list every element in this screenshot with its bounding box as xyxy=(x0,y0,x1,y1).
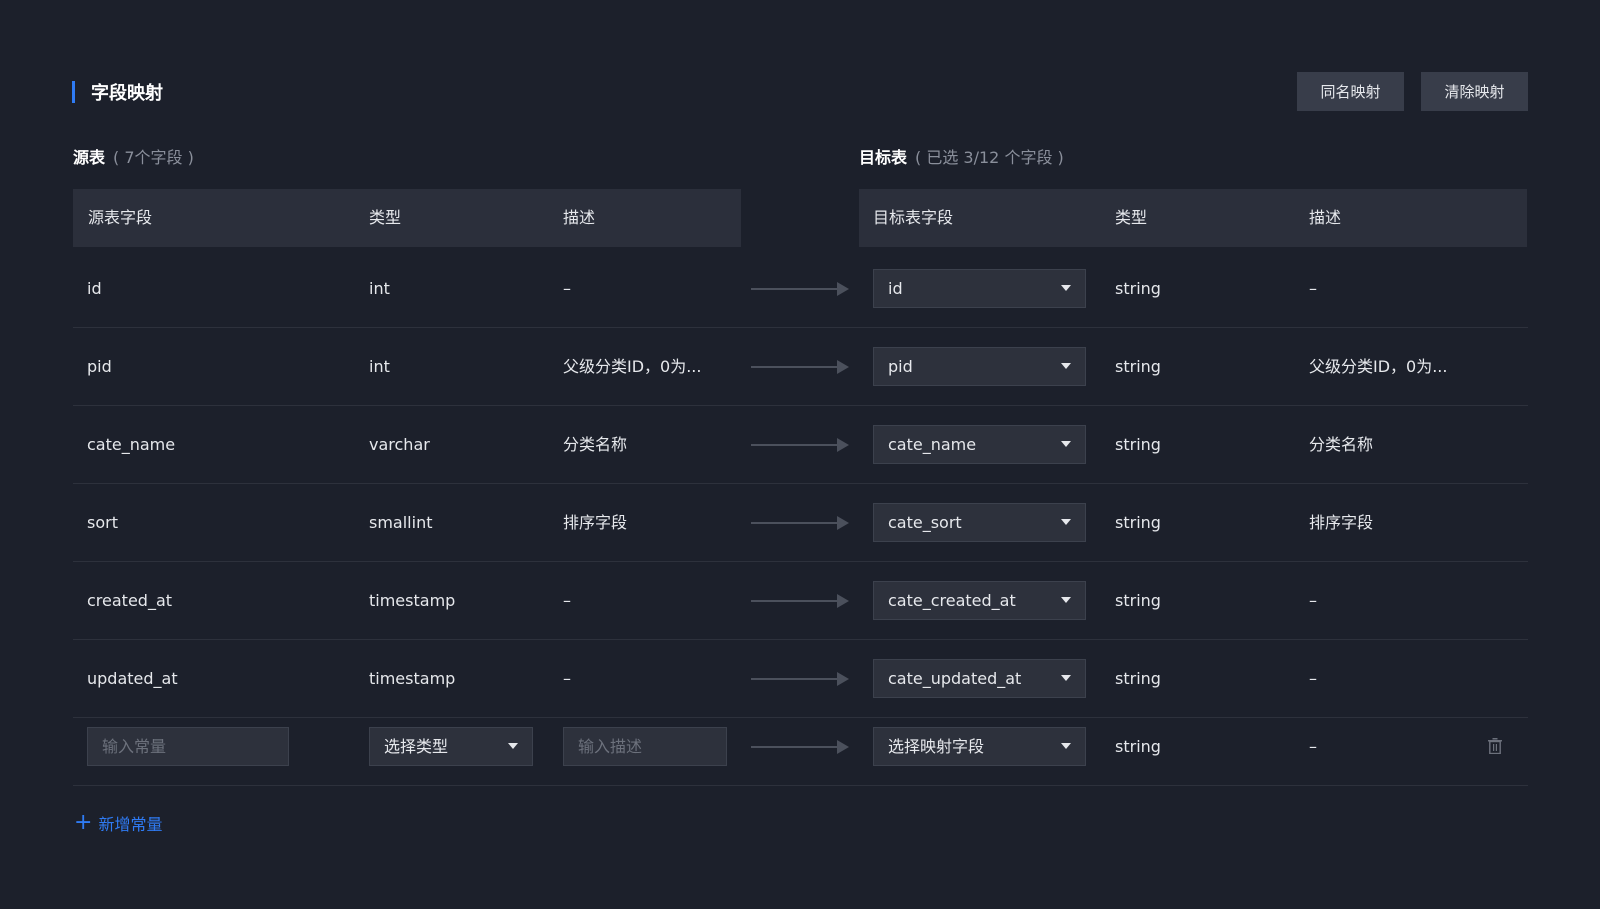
source-description: 分类名称 xyxy=(563,435,628,454)
column-header-target-field: 目标表字段 xyxy=(873,208,954,227)
caret-down-icon xyxy=(508,743,518,749)
target-description: 父级分类ID，0为... xyxy=(1309,357,1448,376)
source-field: id xyxy=(87,279,102,298)
caret-down-icon xyxy=(1061,597,1071,603)
mapped-field-select[interactable]: cate_name xyxy=(873,425,1086,464)
target-type: string xyxy=(1115,279,1161,298)
table-row: id int – id string – xyxy=(73,250,1528,328)
type-select[interactable]: 选择类型 xyxy=(369,727,533,766)
title-accent-bar xyxy=(72,81,75,103)
section-header: 字段映射 xyxy=(72,80,163,104)
column-header-source-field: 源表字段 xyxy=(88,208,153,227)
mapped-field-value: 选择映射字段 xyxy=(888,737,985,756)
arrow-right-icon xyxy=(751,360,849,374)
target-description: – xyxy=(1309,737,1317,756)
caret-down-icon xyxy=(1061,363,1071,369)
source-description: – xyxy=(563,669,571,688)
source-type: timestamp xyxy=(369,591,456,610)
caret-down-icon xyxy=(1061,743,1071,749)
field-mapping-page: 字段映射 同名映射 清除映射 源表 ( 7个字段 ) 目标表 ( 已选 3/12… xyxy=(0,0,1600,909)
target-field-count: ( 已选 3/12 个字段 ) xyxy=(915,148,1064,167)
arrow-right-icon xyxy=(751,672,849,686)
target-table-label: 目标表 xyxy=(859,148,908,167)
source-description: 排序字段 xyxy=(563,513,628,532)
mapped-field-value: cate_created_at xyxy=(888,591,1016,610)
caret-down-icon xyxy=(1061,285,1071,291)
mapped-field-value: cate_sort xyxy=(888,513,962,532)
column-header-target-type: 类型 xyxy=(1115,208,1148,227)
arrow-right-icon xyxy=(751,516,849,530)
target-description: 分类名称 xyxy=(1309,435,1374,454)
source-field: cate_name xyxy=(87,435,176,454)
add-constant-label: 新增常量 xyxy=(98,815,163,834)
column-header-source-type: 类型 xyxy=(369,208,402,227)
mapped-field-value: id xyxy=(888,279,903,298)
mapped-field-value: pid xyxy=(888,357,913,376)
arrow-right-icon xyxy=(751,438,849,452)
target-type: string xyxy=(1115,513,1161,532)
target-table-caption: 目标表 ( 已选 3/12 个字段 ) xyxy=(859,144,1064,168)
column-header-source-desc: 描述 xyxy=(563,208,596,227)
source-field: created_at xyxy=(87,591,173,610)
mapped-field-select[interactable]: cate_created_at xyxy=(873,581,1086,620)
type-select-value: 选择类型 xyxy=(384,737,449,756)
source-field-count: ( 7个字段 ) xyxy=(113,148,194,167)
arrow-right-icon xyxy=(751,740,849,754)
table-row: cate_name varchar 分类名称 cate_name string … xyxy=(73,406,1528,484)
target-description: – xyxy=(1309,279,1317,298)
source-type: timestamp xyxy=(369,669,456,688)
target-type: string xyxy=(1115,357,1161,376)
arrow-right-icon xyxy=(751,282,849,296)
source-table-caption: 源表 ( 7个字段 ) xyxy=(73,144,194,168)
source-type: int xyxy=(369,357,390,376)
caret-down-icon xyxy=(1061,675,1071,681)
mapped-field-select[interactable]: id xyxy=(873,269,1086,308)
table-row: created_at timestamp – cate_created_at s… xyxy=(73,562,1528,640)
table-row: sort smallint 排序字段 cate_sort string 排序字段 xyxy=(73,484,1528,562)
mapped-field-select[interactable]: pid xyxy=(873,347,1086,386)
constant-row: 选择类型 选择映射字段 string – xyxy=(73,708,1528,786)
target-type: string xyxy=(1115,435,1161,454)
source-field: updated_at xyxy=(87,669,178,688)
source-table-header: 源表字段 类型 描述 xyxy=(73,189,741,247)
target-description: 排序字段 xyxy=(1309,513,1374,532)
mapped-field-select[interactable]: cate_updated_at xyxy=(873,659,1086,698)
mapped-field-value: cate_updated_at xyxy=(888,669,1022,688)
constant-input[interactable] xyxy=(87,727,289,766)
page-title: 字段映射 xyxy=(91,83,163,104)
mapped-field-select[interactable]: 选择映射字段 xyxy=(873,727,1086,766)
table-row: updated_at timestamp – cate_updated_at s… xyxy=(73,640,1528,718)
source-description: – xyxy=(563,279,571,298)
target-type: string xyxy=(1115,591,1161,610)
source-table-label: 源表 xyxy=(73,148,106,167)
target-description: – xyxy=(1309,669,1317,688)
caret-down-icon xyxy=(1061,519,1071,525)
mapped-field-value: cate_name xyxy=(888,435,977,454)
trash-icon[interactable] xyxy=(1488,738,1502,754)
add-constant-button[interactable]: + 新增常量 xyxy=(74,810,163,835)
table-row: pid int 父级分类ID，0为... pid string 父级分类ID，0… xyxy=(73,328,1528,406)
source-type: smallint xyxy=(369,513,433,532)
clear-mapping-button[interactable]: 清除映射 xyxy=(1421,72,1528,111)
source-description: 父级分类ID，0为... xyxy=(563,357,702,376)
source-description: – xyxy=(563,591,571,610)
target-type: string xyxy=(1115,669,1161,688)
source-type: varchar xyxy=(369,435,430,454)
plus-icon: + xyxy=(74,810,93,835)
target-type: string xyxy=(1115,737,1161,756)
target-description: – xyxy=(1309,591,1317,610)
same-name-mapping-button[interactable]: 同名映射 xyxy=(1297,72,1404,111)
description-input[interactable] xyxy=(563,727,727,766)
column-header-target-desc: 描述 xyxy=(1309,208,1342,227)
caret-down-icon xyxy=(1061,441,1071,447)
target-table-header: 目标表字段 类型 描述 xyxy=(859,189,1527,247)
source-field: sort xyxy=(87,513,118,532)
mapped-field-select[interactable]: cate_sort xyxy=(873,503,1086,542)
arrow-right-icon xyxy=(751,594,849,608)
source-field: pid xyxy=(87,357,112,376)
source-type: int xyxy=(369,279,390,298)
